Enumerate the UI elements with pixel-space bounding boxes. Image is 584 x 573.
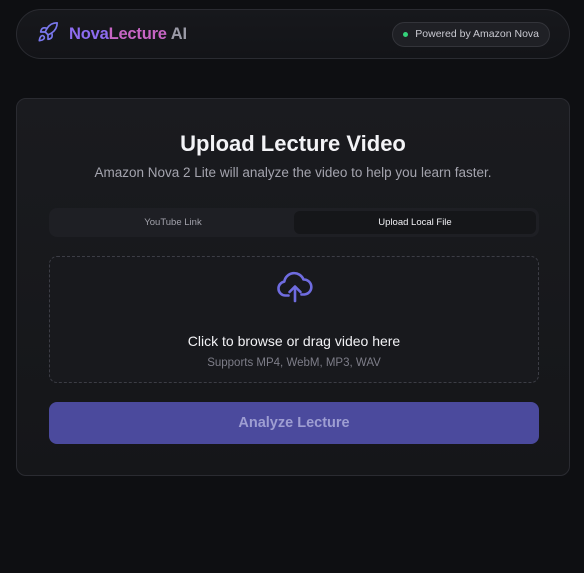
page-subtitle: Amazon Nova 2 Lite will analyze the vide… — [94, 165, 492, 180]
page-title: Upload Lecture Video — [180, 131, 406, 156]
dropzone-title: Click to browse or drag video here — [187, 333, 401, 349]
file-dropzone[interactable]: Click to browse or drag video here Suppo… — [49, 256, 539, 383]
rocket-icon — [37, 21, 59, 43]
brand[interactable]: NovaLecture AI — [37, 21, 187, 44]
upload-card: Upload Lecture Video Amazon Nova 2 Lite … — [16, 98, 570, 476]
status-dot-icon — [403, 31, 409, 37]
brand-name-lecture: Lecture — [108, 24, 167, 43]
dropzone-hint: Supports MP4, WebM, MP3, WAV — [207, 357, 381, 369]
top-navbar: NovaLecture AI Powered by Amazon Nova — [16, 9, 570, 59]
brand-name-nova: Nova — [69, 24, 109, 43]
brand-name-ai: AI — [170, 24, 187, 43]
brand-name: NovaLecture AI — [69, 25, 187, 44]
tab-upload-local-file[interactable]: Upload Local File — [294, 211, 536, 234]
cloud-upload-icon — [276, 269, 314, 305]
tab-youtube-link[interactable]: YouTube Link — [52, 211, 294, 234]
source-tabs: YouTube Link Upload Local File — [49, 208, 539, 237]
analyze-lecture-button[interactable]: Analyze Lecture — [49, 402, 539, 444]
powered-by-badge: Powered by Amazon Nova — [392, 21, 550, 47]
powered-by-label: Powered by Amazon Nova — [415, 28, 539, 40]
